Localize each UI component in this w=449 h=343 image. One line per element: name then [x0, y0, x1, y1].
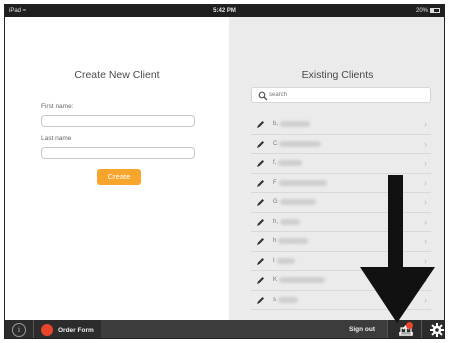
search-icon — [258, 91, 268, 101]
chevron-right-icon[interactable]: › — [424, 158, 427, 168]
create-client-panel: Create New Client First name: Last name … — [5, 17, 229, 320]
pencil-icon[interactable] — [256, 120, 265, 129]
order-form-icon — [41, 324, 53, 336]
chevron-right-icon[interactable]: › — [424, 119, 427, 129]
order-form-label: Order Form — [58, 326, 94, 334]
existing-clients-title: Existing Clients — [301, 69, 374, 81]
toolbar-spacer — [101, 320, 387, 338]
pencil-icon[interactable] — [256, 198, 265, 207]
client-name: s — [273, 296, 276, 303]
search-box[interactable] — [251, 87, 431, 103]
client-name: F — [273, 179, 277, 186]
create-button[interactable]: Create — [97, 169, 141, 185]
client-row[interactable]: f, › — [251, 154, 431, 174]
first-name-label: First name: — [41, 103, 74, 110]
battery-icon — [430, 7, 440, 13]
pencil-icon[interactable] — [256, 218, 265, 227]
client-name: b, — [273, 121, 279, 127]
last-name-field[interactable] — [41, 147, 195, 159]
client-name-redacted — [280, 199, 316, 205]
last-name-label: Last name — [41, 135, 72, 142]
client-name: I — [273, 257, 275, 264]
pencil-icon[interactable] — [256, 159, 265, 168]
client-row[interactable]: b, › — [251, 115, 431, 135]
client-name-redacted — [279, 179, 327, 186]
pencil-icon[interactable] — [256, 276, 265, 285]
order-form-button[interactable]: Order Form — [41, 323, 94, 337]
client-name: K — [273, 277, 278, 283]
client-name: h, — [273, 218, 279, 225]
status-time: 5:42 PM — [213, 8, 236, 14]
client-name: G — [273, 199, 278, 205]
pencil-icon[interactable] — [256, 296, 265, 305]
battery-indicator: 20% — [416, 5, 440, 17]
chevron-right-icon[interactable]: › — [424, 139, 427, 149]
client-name-redacted — [280, 121, 310, 127]
client-name-redacted — [278, 238, 308, 244]
client-name-redacted — [277, 257, 295, 264]
client-name-redacted — [279, 140, 321, 147]
client-name-redacted — [279, 277, 325, 283]
client-name-redacted — [278, 160, 302, 166]
client-name: C — [273, 140, 278, 147]
pencil-icon[interactable] — [256, 257, 265, 266]
pencil-icon[interactable] — [256, 179, 265, 188]
info-icon[interactable]: i — [12, 323, 26, 337]
create-client-title: Create New Client — [74, 69, 160, 81]
status-bar: iPad ≈ 5:42 PM 20% — [5, 5, 444, 17]
client-name: f, — [273, 160, 277, 166]
search-input[interactable] — [269, 89, 419, 101]
pencil-icon[interactable] — [256, 237, 265, 246]
pencil-icon[interactable] — [256, 140, 265, 149]
first-name-field[interactable] — [41, 115, 195, 127]
client-name-redacted — [280, 218, 300, 225]
client-row[interactable]: C › — [251, 135, 431, 154]
client-name-redacted — [278, 296, 298, 303]
down-arrow — [360, 175, 435, 323]
toolbar-divider — [33, 320, 34, 338]
client-name: h — [273, 238, 277, 244]
app-frame: iPad ≈ 5:42 PM 20% Create New Client Fir… — [4, 4, 445, 339]
